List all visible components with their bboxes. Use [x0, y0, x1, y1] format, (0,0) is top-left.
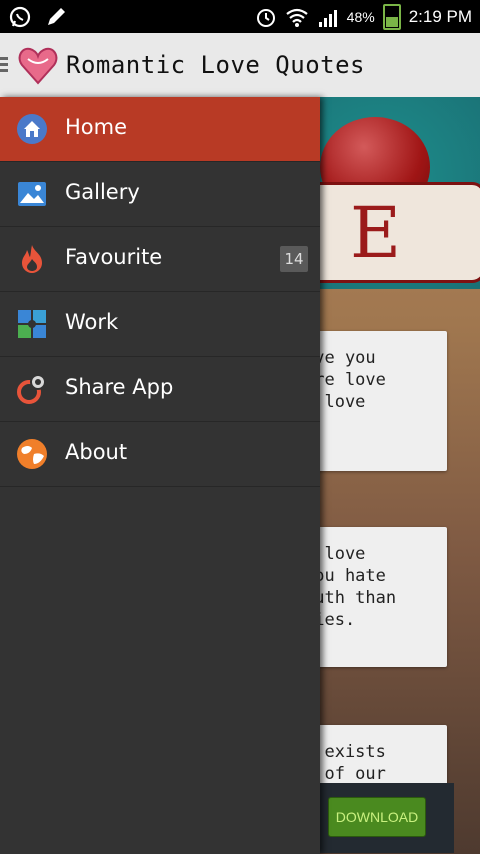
wifi-icon	[285, 8, 308, 27]
alarm-icon	[256, 9, 275, 27]
share-icon	[17, 374, 46, 404]
app-title: Romantic Love Quotes	[66, 51, 365, 79]
battery-percent: 48%	[346, 9, 375, 25]
status-bar: 48% 2:19 PM	[0, 0, 480, 33]
whatsapp-icon	[9, 6, 31, 28]
ad-banner[interactable]: DOWNLOAD	[312, 783, 454, 853]
status-right-icons: 48% 2:19 PM	[255, 4, 472, 30]
gallery-icon	[18, 182, 46, 206]
navigation-drawer: Home Gallery Favourite 14 Work Share App…	[0, 97, 320, 854]
quote-line: ove you	[304, 348, 376, 368]
quote-line: lies.	[304, 610, 356, 630]
drawer-item-label: Favourite	[65, 245, 163, 269]
quote-line: t of our	[304, 764, 386, 784]
download-button[interactable]: DOWNLOAD	[328, 797, 426, 837]
app-logo-icon[interactable]	[16, 43, 60, 87]
drawer-item-gallery[interactable]: Gallery	[0, 162, 320, 227]
drawer-item-label: Share App	[65, 375, 174, 399]
quote-line: I love	[304, 392, 366, 412]
quote-line: ure love	[304, 370, 386, 390]
flame-icon	[22, 245, 42, 273]
signal-icon	[318, 10, 337, 27]
drawer-item-home[interactable]: Home	[0, 97, 320, 162]
quote-line: I love	[304, 544, 366, 564]
pencil-icon	[48, 8, 65, 25]
clock: 2:19 PM	[408, 7, 472, 26]
favourite-count-badge: 14	[280, 246, 308, 272]
quote-line: ruth than	[304, 588, 397, 608]
banner-letter: E	[350, 192, 402, 274]
menu-icon[interactable]	[0, 57, 10, 73]
battery-icon	[382, 4, 401, 30]
puzzle-icon	[18, 310, 46, 338]
globe-icon	[17, 439, 47, 469]
quote-line: you hate	[304, 566, 386, 586]
drawer-item-label: Home	[65, 115, 128, 139]
drawer-item-about[interactable]: About	[0, 422, 320, 487]
drawer-item-label: Gallery	[65, 180, 140, 204]
status-left-icons	[8, 5, 68, 29]
drawer-item-share-app[interactable]: Share App	[0, 357, 320, 422]
app-bar: Romantic Love Quotes	[0, 33, 480, 99]
home-icon	[17, 114, 47, 144]
drawer-item-label: About	[65, 440, 128, 464]
drawer-item-work[interactable]: Work	[0, 292, 320, 357]
drawer-item-favourite[interactable]: Favourite 14	[0, 227, 320, 292]
quote-line: y exists	[304, 742, 386, 762]
drawer-item-label: Work	[65, 310, 119, 334]
